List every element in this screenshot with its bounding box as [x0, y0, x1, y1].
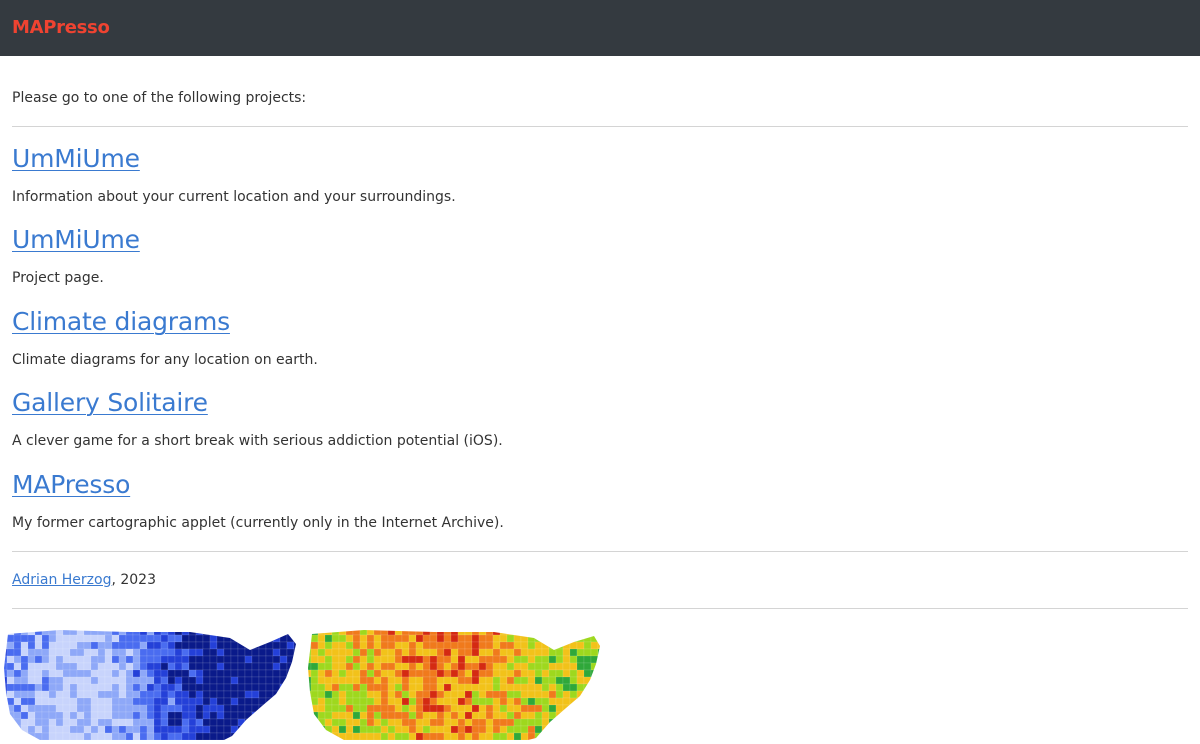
- project-description: A clever game for a short break with ser…: [12, 433, 503, 449]
- project-link-ummiume-page[interactable]: UmMiUme: [12, 225, 140, 254]
- project-description: Information about your current location …: [12, 189, 456, 205]
- footer-year: , 2023: [111, 572, 156, 588]
- divider-bottom: [12, 608, 1188, 609]
- divider-middle: [12, 551, 1188, 552]
- project-description: My former cartographic applet (currently…: [12, 515, 504, 531]
- intro-text: Please go to one of the following projec…: [12, 90, 307, 106]
- project-link-gallery-solitaire[interactable]: Gallery Solitaire: [12, 388, 208, 417]
- project-link-mapresso[interactable]: MAPresso: [12, 470, 130, 499]
- us-county-map-blue: [4, 630, 296, 740]
- map-images: [0, 628, 620, 740]
- divider-top: [12, 126, 1188, 127]
- brand-logo-link[interactable]: MAPresso: [12, 17, 110, 38]
- project-description: Project page.: [12, 270, 104, 286]
- author-link[interactable]: Adrian Herzog: [12, 572, 111, 588]
- project-link-climate-diagrams[interactable]: Climate diagrams: [12, 307, 230, 336]
- footer-credit: Adrian Herzog, 2023: [12, 572, 156, 588]
- us-county-map-redgreen: [308, 630, 600, 740]
- top-navbar: MAPresso: [0, 0, 1200, 56]
- project-description: Climate diagrams for any location on ear…: [12, 352, 318, 368]
- us-maps-illustration: [4, 630, 600, 740]
- project-link-ummiume[interactable]: UmMiUme: [12, 144, 140, 173]
